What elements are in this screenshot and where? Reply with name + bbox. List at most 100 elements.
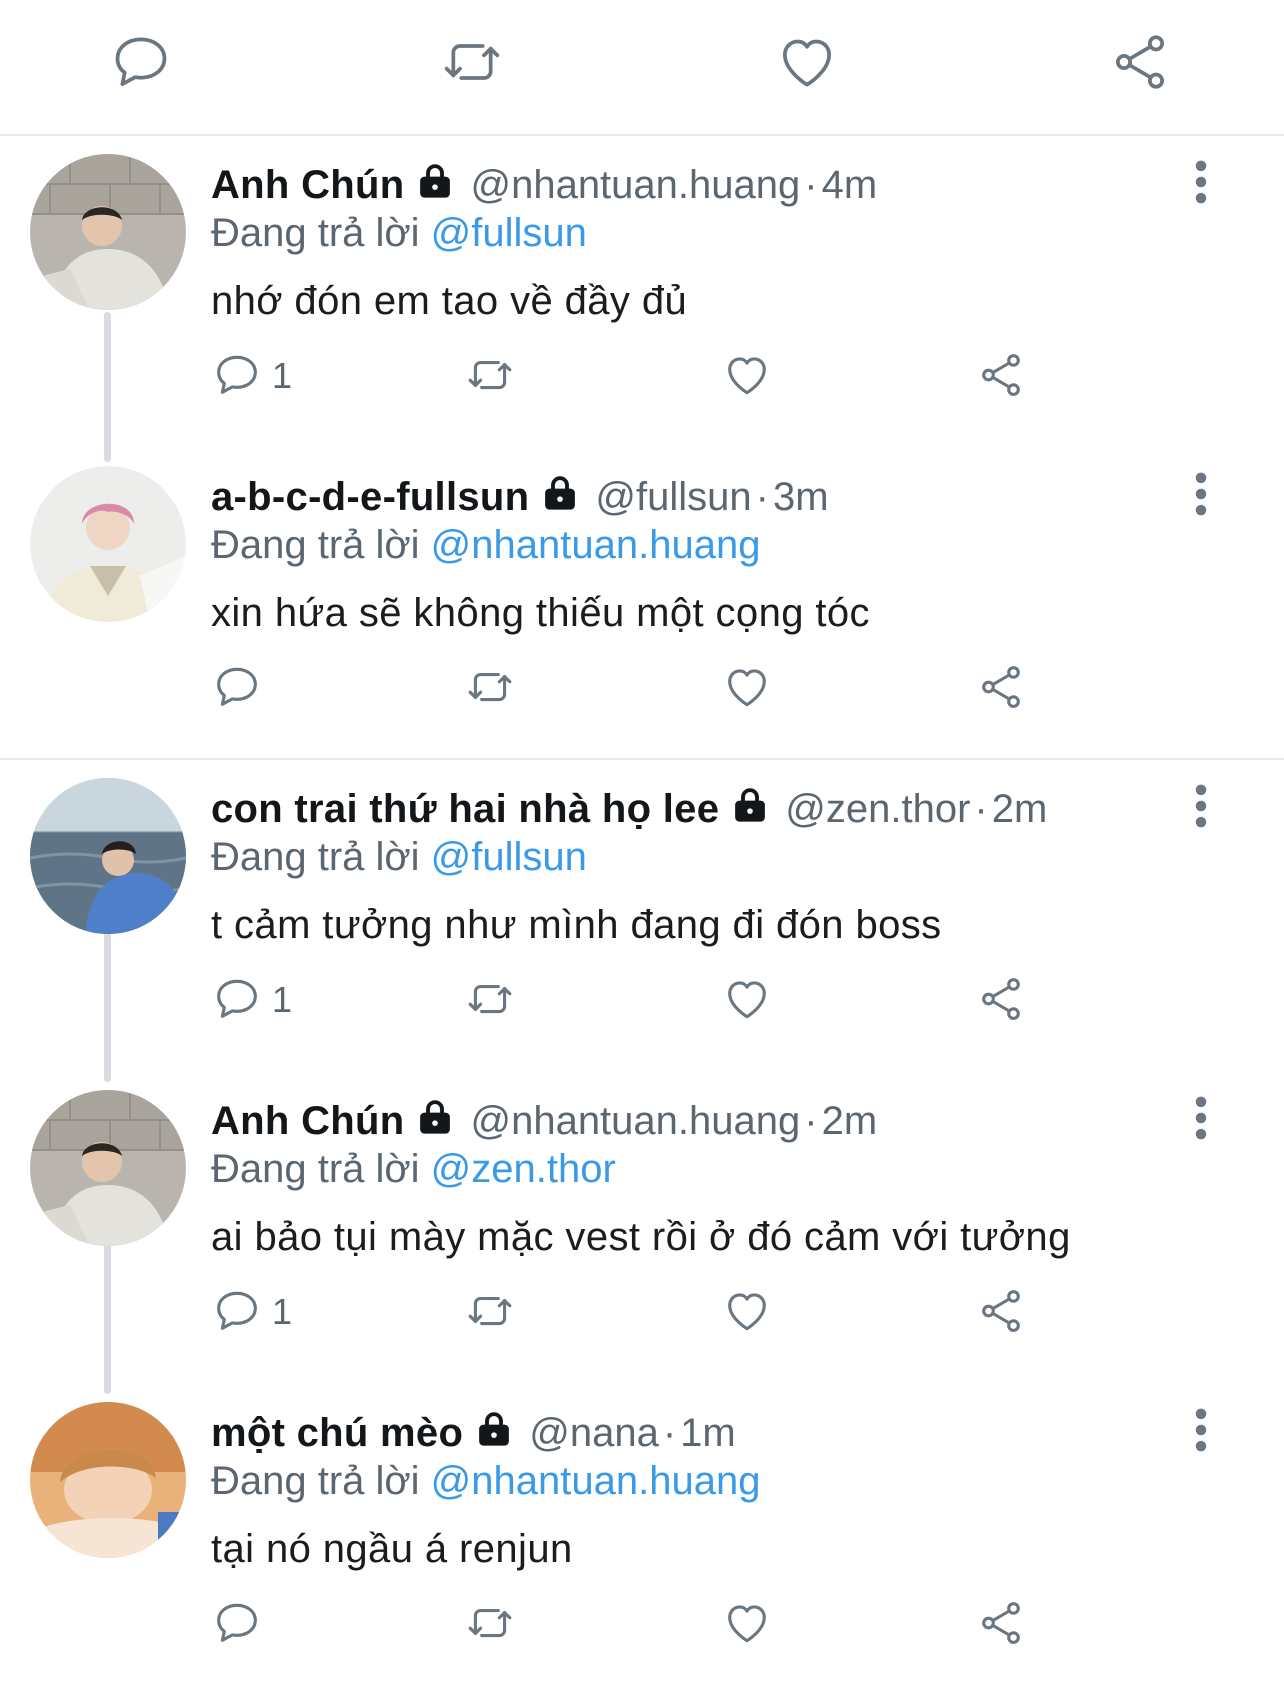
replying-to: Đang trả lời @nhantuan.huang	[211, 1459, 761, 1503]
timestamp: 1m	[680, 1411, 736, 1455]
share-icon	[982, 978, 1020, 1020]
separator: ·	[974, 787, 988, 831]
more-vertical-icon	[1195, 784, 1207, 828]
replying-to: Đang trả lời @zen.thor	[211, 1147, 616, 1191]
avatar[interactable]	[30, 1090, 186, 1246]
reply-to-link[interactable]: @nhantuan.huang	[431, 1459, 761, 1503]
avatar[interactable]	[30, 778, 186, 934]
reply-icon	[217, 1291, 257, 1330]
more-vertical-icon	[1195, 1096, 1207, 1140]
like-button[interactable]	[775, 30, 839, 94]
avatar[interactable]	[30, 1402, 186, 1558]
heart-icon	[783, 39, 831, 87]
reply-tweet[interactable]: Anh Chún @nhantuan.huang · 2m Đang trả lời …	[0, 1072, 1284, 1384]
reply-button[interactable]	[212, 662, 262, 712]
reply-icon	[217, 355, 257, 394]
user-handle[interactable]: @fullsun	[595, 475, 751, 519]
reply-icon	[217, 1603, 257, 1642]
avatar[interactable]	[30, 154, 186, 310]
reply-tweet[interactable]: một chú mèo @nana · 1m Đang trả lời @nhantu…	[0, 1384, 1284, 1687]
separator: ·	[662, 1411, 677, 1455]
share-button[interactable]	[976, 1286, 1026, 1336]
more-options-button[interactable]	[1186, 472, 1216, 516]
timestamp: 2m	[821, 1099, 878, 1143]
retweet-icon	[468, 360, 512, 390]
share-button[interactable]	[976, 350, 1026, 400]
reply-count: 1	[272, 1291, 293, 1332]
reply-count: 1	[272, 979, 293, 1020]
tweet-actions: 1	[0, 970, 1284, 1030]
tweet-header: con trai thứ hai nhà họ lee @zen.thor · 2m	[211, 784, 1047, 834]
display-name[interactable]: Anh Chún	[211, 1099, 404, 1143]
reply-tweet[interactable]: a-b-c-d-e-fullsun @fullsun · 3m Đang trả lờ…	[0, 448, 1284, 760]
reply-button[interactable]	[212, 1598, 262, 1648]
like-button[interactable]	[722, 1598, 772, 1648]
retweet-icon	[468, 1296, 512, 1326]
reply-to-link[interactable]: @zen.thor	[431, 1147, 616, 1191]
user-handle[interactable]: @nhantuan.huang	[470, 163, 800, 207]
retweet-icon	[468, 1608, 512, 1638]
more-options-button[interactable]	[1186, 160, 1216, 204]
reply-to-link[interactable]: @fullsun	[431, 835, 587, 879]
share-button[interactable]	[976, 974, 1026, 1024]
heart-icon	[728, 669, 766, 707]
share-button[interactable]	[1108, 30, 1172, 94]
share-icon	[982, 354, 1020, 396]
share-button[interactable]	[976, 1598, 1026, 1648]
reply-to-link[interactable]: @nhantuan.huang	[431, 523, 761, 567]
tweet-actions	[0, 658, 1284, 718]
retweet-button[interactable]	[465, 662, 515, 712]
share-icon	[982, 1602, 1020, 1644]
reply-tweet[interactable]: Anh Chún @nhantuan.huang · 4m Đang trả lời …	[0, 136, 1284, 448]
tweet-header: một chú mèo @nana · 1m	[211, 1408, 736, 1458]
reply-button[interactable]	[212, 350, 262, 400]
tweet-text: tại nó ngầu á renjun	[211, 1527, 573, 1571]
share-icon	[982, 666, 1020, 708]
display-name[interactable]: con trai thứ hai nhà họ lee	[211, 787, 719, 831]
lock-icon	[414, 1096, 456, 1138]
retweet-icon	[468, 672, 512, 702]
reply-tweet[interactable]: con trai thứ hai nhà họ lee @zen.thor · 2m …	[0, 760, 1284, 1072]
more-options-button[interactable]	[1186, 1408, 1216, 1452]
like-button[interactable]	[722, 1286, 772, 1336]
main-tweet-action-bar	[0, 0, 1284, 136]
more-vertical-icon	[1195, 1408, 1207, 1452]
avatar[interactable]	[30, 466, 186, 622]
share-button[interactable]	[976, 662, 1026, 712]
tweet-actions	[0, 1594, 1284, 1654]
display-name[interactable]: a-b-c-d-e-fullsun	[211, 475, 529, 519]
reply-button[interactable]	[212, 1286, 262, 1336]
tweet-text: t cảm tưởng như mình đang đi đón boss	[211, 903, 942, 947]
share-icon	[982, 1290, 1020, 1332]
user-handle[interactable]: @zen.thor	[785, 787, 970, 831]
display-name[interactable]: một chú mèo	[211, 1411, 463, 1455]
replying-to: Đang trả lời @nhantuan.huang	[211, 523, 761, 567]
like-button[interactable]	[722, 662, 772, 712]
reply-button[interactable]	[109, 30, 173, 94]
reply-button[interactable]	[212, 974, 262, 1024]
retweet-button[interactable]	[440, 30, 504, 94]
lock-icon	[473, 1408, 515, 1450]
retweet-button[interactable]	[465, 350, 515, 400]
like-button[interactable]	[722, 350, 772, 400]
retweet-button[interactable]	[465, 1598, 515, 1648]
separator: ·	[755, 475, 769, 519]
more-options-button[interactable]	[1186, 784, 1216, 828]
heart-icon	[728, 1293, 766, 1331]
heart-icon	[728, 1605, 766, 1643]
user-handle[interactable]: @nhantuan.huang	[470, 1099, 800, 1143]
like-button[interactable]	[722, 974, 772, 1024]
tweet-header: Anh Chún @nhantuan.huang · 4m	[211, 160, 877, 210]
retweet-button[interactable]	[465, 974, 515, 1024]
reply-to-link[interactable]: @fullsun	[431, 211, 587, 255]
replying-to: Đang trả lời @fullsun	[211, 835, 587, 879]
user-handle[interactable]: @nana	[529, 1411, 659, 1455]
reply-count: 1	[272, 355, 293, 396]
tweet-text: nhớ đón em tao về đầy đủ	[211, 279, 688, 323]
reply-icon	[217, 979, 257, 1018]
display-name[interactable]: Anh Chún	[211, 163, 404, 207]
more-options-button[interactable]	[1186, 1096, 1216, 1140]
tweet-text: ai bảo tụi mày mặc vest rồi ở đó cảm với…	[211, 1215, 1071, 1259]
retweet-button[interactable]	[465, 1286, 515, 1336]
tweet-header: a-b-c-d-e-fullsun @fullsun · 3m	[211, 472, 829, 522]
